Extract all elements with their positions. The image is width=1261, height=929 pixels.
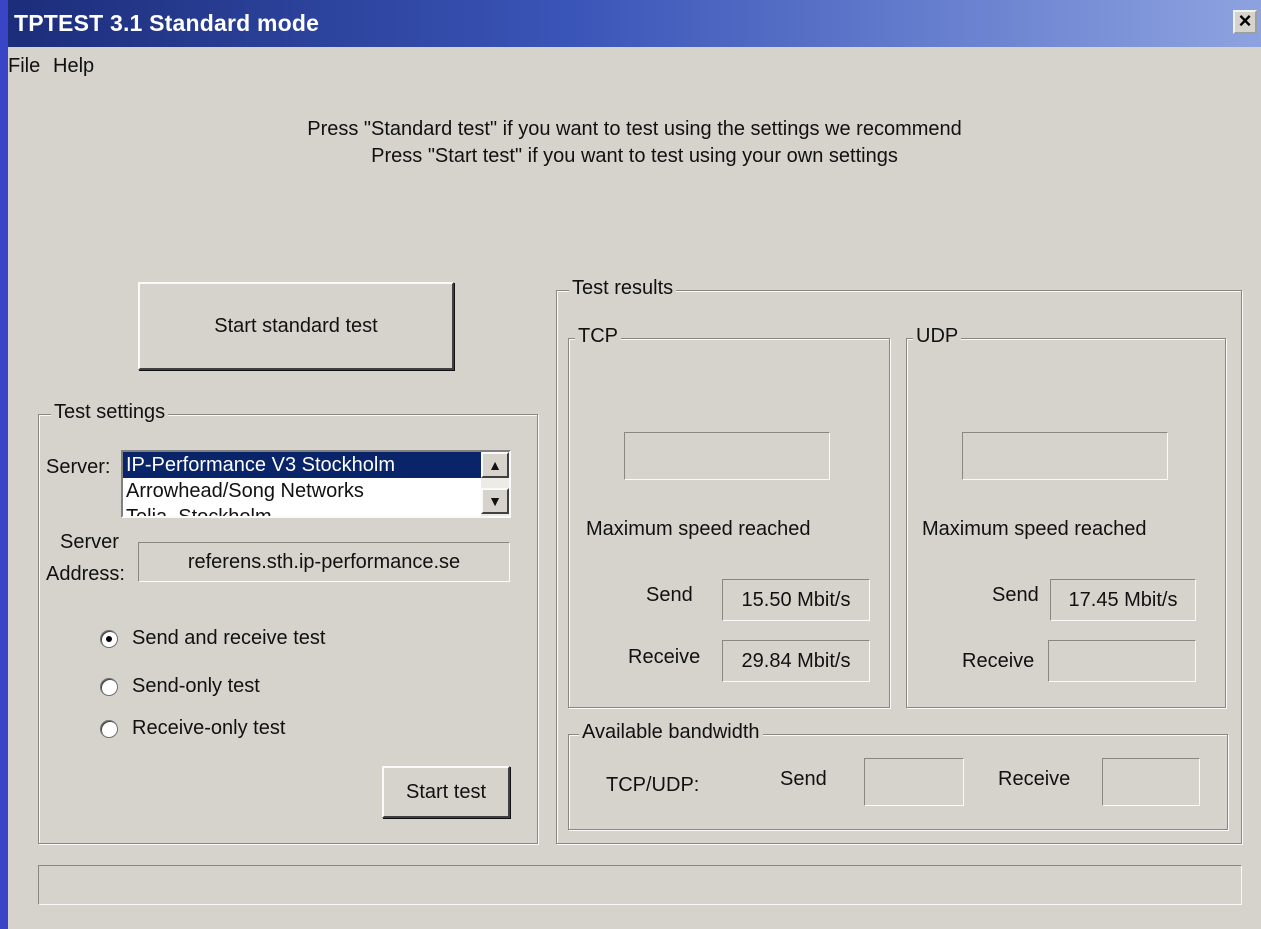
server-address-label-line1: Server: [60, 531, 119, 553]
available-bandwidth-legend: Available bandwidth: [579, 721, 763, 744]
tcp-max-speed-label: Maximum speed reached: [586, 518, 811, 540]
scroll-down-arrow-icon[interactable]: ▼: [481, 488, 509, 514]
status-bar: [38, 865, 1242, 905]
server-listbox[interactable]: IP-Performance V3 Stockholm Arrowhead/So…: [121, 450, 511, 518]
instruction-line-2: Press "Start test" if you want to test u…: [371, 145, 898, 167]
server-address-field[interactable]: referens.sth.ip-performance.se: [138, 542, 510, 582]
radio-unchecked-icon[interactable]: [100, 677, 118, 696]
test-results-legend: Test results: [569, 277, 677, 300]
radio-send-only[interactable]: Send-only test: [100, 675, 260, 698]
radio-label: Receive-only test: [132, 717, 286, 739]
server-address-label-line2: Address:: [46, 563, 125, 585]
app-window: TPTEST 3.1 Standard mode × File Help Pre…: [8, 0, 1261, 929]
window-title: TPTEST 3.1 Standard mode: [14, 10, 320, 36]
tcp-progress-box: [624, 432, 830, 480]
radio-label: Send-only test: [132, 675, 260, 697]
bandwidth-send-label: Send: [780, 768, 827, 790]
tcp-legend: TCP: [575, 325, 621, 348]
tcp-receive-value: 29.84 Mbit/s: [722, 640, 870, 682]
udp-legend: UDP: [913, 325, 962, 348]
udp-send-label: Send: [992, 584, 1039, 606]
tcp-send-value: 15.50 Mbit/s: [722, 579, 870, 621]
server-option[interactable]: Arrowhead/Song Networks: [123, 478, 509, 504]
server-label: Server:: [46, 456, 111, 478]
bandwidth-send-value: [864, 758, 964, 806]
scroll-up-arrow-icon[interactable]: ▲: [481, 452, 509, 478]
menu-help[interactable]: Help: [53, 55, 94, 78]
udp-receive-value: [1048, 640, 1196, 682]
radio-receive-only[interactable]: Receive-only test: [100, 717, 285, 740]
close-button[interactable]: ×: [1233, 10, 1257, 34]
title-bar[interactable]: TPTEST 3.1 Standard mode ×: [8, 0, 1261, 47]
test-settings-legend: Test settings: [51, 401, 169, 424]
udp-max-speed-label: Maximum speed reached: [922, 518, 1147, 540]
tcp-receive-label: Receive: [628, 646, 701, 668]
bandwidth-receive-value: [1102, 758, 1200, 806]
radio-unchecked-icon[interactable]: [100, 719, 118, 738]
radio-checked-icon[interactable]: [100, 629, 118, 648]
radio-send-and-receive[interactable]: Send and receive test: [100, 627, 325, 650]
server-scrollbar[interactable]: ▲ ▼: [481, 452, 509, 516]
server-option[interactable]: IP-Performance V3 Stockholm: [123, 452, 509, 478]
menu-file[interactable]: File: [8, 55, 40, 78]
udp-send-value: 17.45 Mbit/s: [1050, 579, 1196, 621]
radio-label: Send and receive test: [132, 627, 326, 649]
bandwidth-receive-label: Receive: [998, 768, 1071, 790]
udp-receive-label: Receive: [962, 650, 1035, 672]
start-standard-test-button[interactable]: Start standard test: [138, 282, 454, 370]
instruction-line-1: Press "Standard test" if you want to tes…: [307, 118, 962, 140]
start-test-button[interactable]: Start test: [382, 766, 510, 818]
bandwidth-protocol-label: TCP/UDP:: [606, 774, 700, 796]
server-option[interactable]: Telia, Stockholm: [123, 504, 509, 516]
tcp-send-label: Send: [646, 584, 693, 606]
udp-progress-box: [962, 432, 1168, 480]
